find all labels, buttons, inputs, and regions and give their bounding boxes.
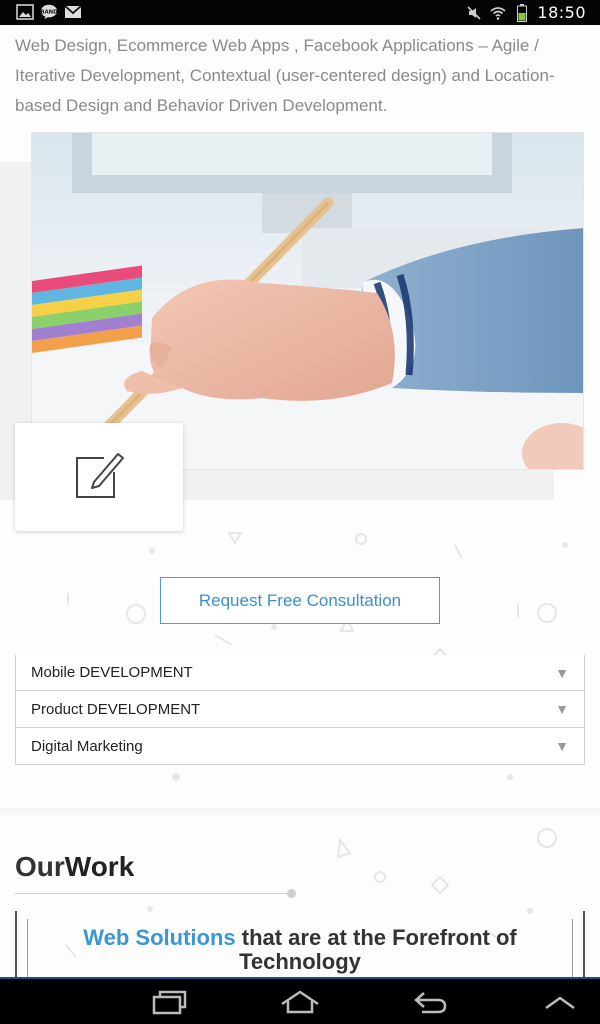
accordion-label: Mobile DEVELOPMENT bbox=[31, 664, 193, 681]
band-app-icon: BAND bbox=[40, 4, 58, 20]
triangle-down-icon: ▼ bbox=[555, 701, 569, 717]
heading-underline bbox=[15, 893, 289, 894]
back-icon[interactable] bbox=[408, 985, 452, 1019]
heading-bold: Work bbox=[64, 851, 135, 882]
frame-border bbox=[15, 911, 17, 977]
wifi-icon bbox=[489, 5, 507, 21]
triangle-down-icon: ▼ bbox=[555, 738, 569, 754]
headline-text: that are at the Forefront of Technology bbox=[235, 925, 517, 974]
home-icon[interactable] bbox=[278, 985, 322, 1019]
section-divider bbox=[0, 808, 600, 816]
mute-icon bbox=[465, 5, 483, 21]
frame-border bbox=[583, 911, 585, 977]
accordion-label: Digital Marketing bbox=[31, 737, 143, 755]
notification-icons: BAND bbox=[16, 4, 82, 20]
gmail-icon bbox=[64, 4, 82, 20]
battery-icon bbox=[513, 3, 531, 22]
web-page[interactable]: Web Design, Ecommerce Web Apps , Faceboo… bbox=[0, 25, 600, 977]
status-bar: BAND 18:50 bbox=[0, 0, 600, 25]
accordion-item-digital-marketing[interactable]: Digital Marketing ▼ bbox=[16, 727, 584, 764]
heading-light: Our bbox=[15, 851, 65, 882]
services-description: Web Design, Ecommerce Web Apps , Faceboo… bbox=[15, 36, 555, 115]
recent-apps-icon[interactable] bbox=[148, 985, 192, 1019]
services-accordion: Mobile DEVELOPMENT ▼ Product DEVELOPMENT… bbox=[15, 655, 585, 765]
our-work-heading: OurWork bbox=[15, 851, 134, 883]
edit-icon bbox=[74, 450, 124, 505]
gallery-icon bbox=[16, 4, 34, 20]
request-consultation-button[interactable]: Request Free Consultation bbox=[160, 577, 440, 624]
accordion-label: Product DEVELOPMENT bbox=[31, 700, 201, 718]
design-feature-card bbox=[15, 423, 183, 531]
svg-text:BAND: BAND bbox=[40, 9, 58, 15]
navigation-bar bbox=[0, 977, 600, 1024]
headline-highlight: Web Solutions bbox=[83, 925, 236, 950]
up-arrow-icon[interactable] bbox=[538, 985, 582, 1019]
frame-border bbox=[572, 919, 573, 977]
clock: 18:50 bbox=[537, 3, 586, 22]
heading-underline-dot bbox=[287, 889, 296, 898]
work-headline: Web Solutions that are at the Forefront … bbox=[40, 926, 560, 974]
triangle-down-icon: ▼ bbox=[555, 664, 569, 681]
accordion-item-mobile-development[interactable]: Mobile DEVELOPMENT ▼ bbox=[16, 655, 584, 690]
system-icons: 18:50 bbox=[465, 3, 586, 22]
hero-image bbox=[31, 132, 584, 470]
frame-border bbox=[27, 919, 28, 977]
accordion-item-product-development[interactable]: Product DEVELOPMENT ▼ bbox=[16, 690, 584, 727]
